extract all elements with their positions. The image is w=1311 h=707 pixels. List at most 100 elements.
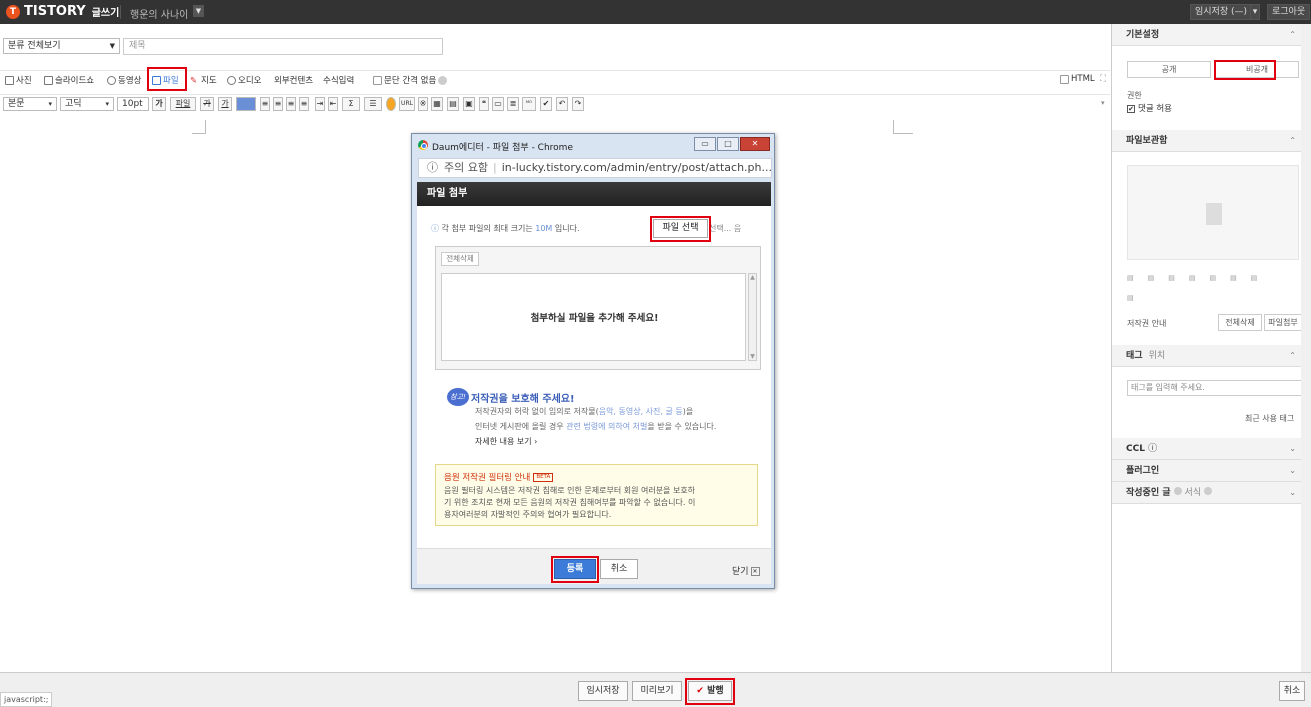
location-title[interactable]: 위치 [1149, 351, 1166, 361]
chevron-down-icon: ▼ [109, 42, 115, 50]
underline-button[interactable]: 가 [218, 97, 232, 111]
delete-all-files-button[interactable]: 전체삭제 [441, 252, 479, 266]
cancel-button[interactable]: 취소 [1279, 681, 1305, 701]
preview-button[interactable]: 미리보기 [632, 681, 682, 701]
sidebar-scrollbar[interactable] [1301, 24, 1311, 672]
ccl-header[interactable]: CCL ⓘ ⌄ [1112, 438, 1302, 460]
close-window-button[interactable]: ✕ [740, 137, 770, 151]
box-icon[interactable]: ▤ [447, 97, 459, 111]
copyright-highlight: 음악, 동영상, 사진, 글 등 [598, 407, 683, 416]
align-left-icon[interactable]: ≡ [260, 97, 270, 111]
scroll-up-icon[interactable]: ▲ [749, 274, 756, 281]
view-mode-icon[interactable]: ▤ [1127, 294, 1134, 302]
register-highlight [551, 556, 599, 583]
line-height-icon[interactable]: Σ [342, 97, 360, 111]
plugins-header[interactable]: 플러그인 ⌄ [1112, 460, 1302, 482]
chevron-down-icon[interactable]: ▾ [1101, 99, 1105, 107]
help-icon [1204, 487, 1213, 495]
tistory-logo[interactable]: T TISTORY 글쓰기 [6, 4, 119, 19]
paragraph-icon[interactable]: ▭ [492, 97, 504, 111]
align-right-icon[interactable]: ≡ [286, 97, 296, 111]
html-mode-checkbox[interactable]: HTML [1060, 74, 1095, 84]
expand-icon[interactable]: ⛶ [1100, 74, 1106, 84]
more-icon[interactable]: ᴹᴼ [522, 97, 536, 111]
dialog-cancel-button[interactable]: 취소 [600, 559, 638, 579]
basic-settings-header[interactable]: 기본설정 ⌃ [1112, 24, 1302, 46]
formula-button[interactable]: 수식입력 [323, 74, 354, 86]
strikethrough-button[interactable]: 가 [200, 97, 214, 111]
logout-button[interactable]: 로그아웃 [1267, 4, 1311, 20]
chevron-down-icon[interactable]: ▾ [1250, 4, 1260, 20]
save-draft-button[interactable]: 임시저장 [578, 681, 628, 701]
window-titlebar[interactable]: Daum에디터 - 파일 첨부 - Chrome ▭ □ ✕ [412, 134, 774, 156]
file-list-scrollbar[interactable]: ▲ ▼ [748, 273, 757, 361]
public-button[interactable]: 공개 [1127, 61, 1211, 78]
checkbox-icon: ✔ [1127, 105, 1135, 113]
drafts-header[interactable]: 작성중인 글 서식 ⌄ [1112, 482, 1302, 504]
blog-name[interactable]: 행운의 사나이 [130, 6, 188, 21]
ccl-title: CCL [1126, 444, 1145, 454]
minimize-button[interactable]: ▭ [694, 137, 716, 151]
table-icon[interactable]: ▦ [431, 97, 443, 111]
logo-subtitle: 글쓰기 [91, 8, 120, 19]
details-link[interactable]: 자세한 내용 보기 › [475, 436, 537, 447]
list-icon[interactable]: ☰ [364, 97, 382, 111]
allow-comments-checkbox[interactable]: ✔ 댓글 허용 [1127, 102, 1172, 114]
photo-button[interactable]: 사진 [5, 74, 32, 86]
scroll-down-icon[interactable]: ▼ [749, 353, 756, 360]
no-spacing-checkbox[interactable]: 문단 간격 없음 [373, 74, 448, 86]
format-title[interactable]: 서식 [1185, 488, 1202, 498]
allow-comments-label: 댓글 허용 [1138, 104, 1172, 114]
file-storage-header[interactable]: 파일보관함 ⌃ [1112, 130, 1302, 152]
align-justify-icon[interactable]: ≡ [299, 97, 309, 111]
bold-button[interactable]: 가 [152, 97, 166, 111]
spellcheck-icon[interactable]: ✔ [540, 97, 552, 111]
format-toolbar: 본문 ▾ 고딕 ▾ 10pt 가 파일 가 가 ≡ ≡ ≡ ≡ ⇥ ⇤ Σ ☰ UR… [0, 94, 1110, 112]
divider-icon[interactable]: ≣ [507, 97, 519, 111]
copyright-highlight: 관련 법령에 의하여 처벌 [566, 422, 648, 431]
chevron-down-icon[interactable]: ▼ [193, 5, 204, 17]
external-content-button[interactable]: 외부컨텐츠 [274, 74, 313, 86]
document-icon [1206, 203, 1222, 225]
redo-icon[interactable]: ↷ [572, 97, 584, 111]
font-select[interactable]: 고딕 ▾ [60, 97, 114, 111]
text-color-icon[interactable] [236, 97, 256, 111]
draft-count-button[interactable]: 임시저장 (—) [1190, 4, 1253, 20]
title-input[interactable]: 제목 [123, 38, 443, 55]
dialog-close-link[interactable]: 닫기 ✕ [732, 564, 760, 577]
paragraph-style-select[interactable]: 본문 ▾ [3, 97, 57, 111]
quote-icon[interactable]: ❝ [479, 97, 489, 111]
link-icon[interactable]: URL [399, 97, 415, 111]
slideshow-button[interactable]: 슬라이드쇼 [44, 74, 94, 86]
music-filter-line: 기 위한 조치로 현재 모든 음원의 저작권 침해여부를 파악할 수 없습니다.… [444, 498, 696, 507]
attach-file-button[interactable]: 파일첨부 [1264, 314, 1302, 331]
bottom-bar: 임시저장 미리보기 ✔ 발행 취소 [0, 672, 1311, 707]
video-label: 동영상 [118, 76, 142, 86]
undo-icon[interactable]: ↶ [556, 97, 568, 111]
maximize-button[interactable]: □ [717, 137, 739, 151]
audio-button[interactable]: 오디오 [227, 74, 261, 86]
security-warning: 주의 요함 [444, 161, 488, 174]
image-icon[interactable]: ▣ [463, 97, 475, 111]
outdent-icon[interactable]: ⇤ [328, 97, 338, 111]
tag-input[interactable]: 태그를 입력해 주세요. [1127, 380, 1302, 396]
no-spacing-label: 문단 간격 없음 [384, 76, 437, 86]
align-center-icon[interactable]: ≡ [273, 97, 283, 111]
indent-icon[interactable]: ⇥ [315, 97, 325, 111]
copyright-text: 을 받을 수 있습니다. [647, 422, 717, 431]
special-char-icon[interactable]: ※ [418, 97, 428, 111]
video-button[interactable]: 동영상 [107, 74, 141, 86]
logo-text: TISTORY [24, 4, 86, 19]
copyright-info-link[interactable]: 저작권 안내 [1127, 318, 1166, 329]
view-mode-icons[interactable]: ▤▤▤▤▤▤▤ [1127, 274, 1302, 286]
address-bar[interactable]: ⓘ 주의 요함 | in-lucky.tistory.com/admin/entry/… [418, 158, 772, 178]
limit-note-prefix: 각 첨부 파일의 최대 크기는 [441, 224, 533, 233]
recent-tags-link[interactable]: 최근 사용 태그 [1245, 413, 1294, 424]
category-select[interactable]: 분류 전체보기 ▼ [3, 38, 120, 54]
delete-all-button[interactable]: 전체삭제 [1218, 314, 1262, 331]
map-button[interactable]: ✎ 지도 [190, 74, 217, 87]
emoticon-icon[interactable] [386, 97, 396, 111]
tags-header[interactable]: 태그 위치 ⌃ [1112, 345, 1302, 367]
font-size-select[interactable]: 10pt [117, 97, 149, 111]
format-active-button[interactable]: 파일 [170, 97, 196, 111]
